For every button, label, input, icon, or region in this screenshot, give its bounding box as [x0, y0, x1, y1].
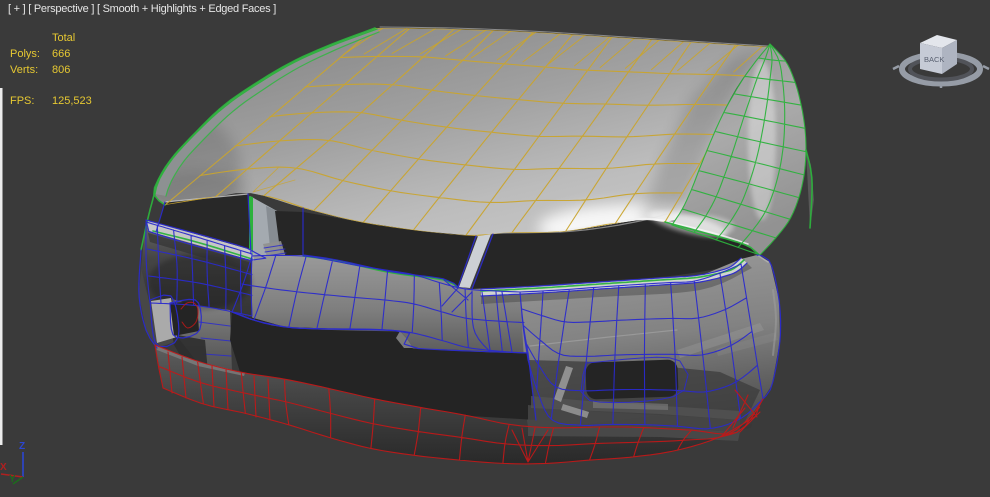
svg-text:[ + ] [ Perspective ] [ Smooth: [ + ] [ Perspective ] [ Smooth + Highlig…	[8, 3, 276, 15]
svg-text:Y: Y	[9, 474, 16, 485]
svg-text:666: 666	[52, 48, 70, 60]
svg-text:Total: Total	[52, 32, 75, 44]
svg-text:X: X	[0, 462, 7, 473]
svg-text:Verts:: Verts:	[10, 64, 38, 76]
svg-text:806: 806	[52, 64, 70, 76]
svg-text:Z: Z	[19, 441, 25, 452]
svg-text:125,523: 125,523	[52, 95, 92, 107]
svg-text:Polys:: Polys:	[10, 48, 40, 60]
svg-text:BACK: BACK	[924, 55, 944, 64]
svg-text:FPS:: FPS:	[10, 95, 34, 107]
